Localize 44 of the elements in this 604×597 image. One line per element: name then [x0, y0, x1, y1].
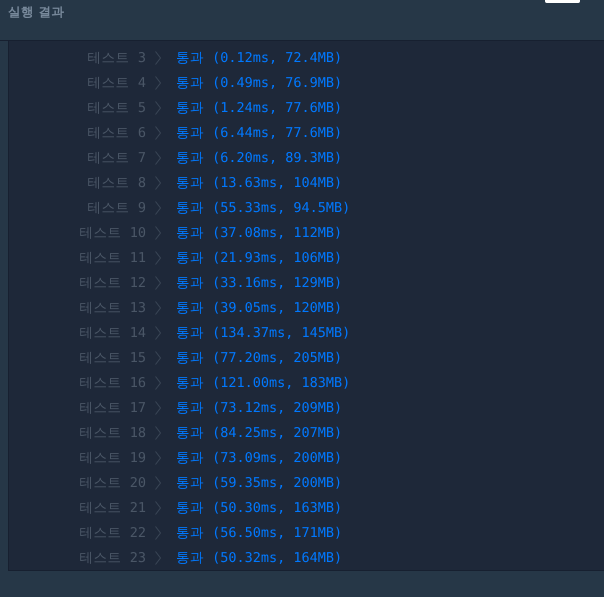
chevron-icon — [155, 526, 161, 540]
chevron-icon — [155, 150, 161, 164]
button[interactable] — [545, 0, 580, 3]
test-result: 통과 (59.35ms, 200MB) — [176, 474, 342, 492]
chevron-icon — [155, 250, 161, 264]
chevron-icon — [155, 76, 161, 90]
chevron-icon — [155, 376, 161, 390]
test-result: 통과 (73.09ms, 200MB) — [176, 448, 342, 466]
test-result: 통과 (50.32ms, 164MB) — [176, 548, 342, 566]
test-result: 통과 (55.33ms, 94.5MB) — [176, 198, 350, 216]
test-result: 통과 (84.25ms, 207MB) — [176, 424, 342, 442]
chevron-icon — [155, 326, 161, 340]
test-result: 통과 (39.05ms, 120MB) — [176, 298, 342, 316]
test-result: 통과 (50.30ms, 163MB) — [176, 498, 342, 516]
chevron-icon — [155, 550, 161, 564]
chevron-icon — [155, 176, 161, 190]
test-result: 통과 (77.20ms, 205MB) — [176, 348, 342, 366]
panel-title: 실행 결과 — [8, 4, 64, 21]
chevron-icon — [155, 476, 161, 490]
test-result: 통과 (0.49ms, 76.9MB) — [176, 74, 342, 92]
chevron-icon — [155, 400, 161, 414]
chevron-icon — [155, 426, 161, 440]
chevron-icon — [155, 126, 161, 140]
test-result: 통과 (37.08ms, 112MB) — [176, 224, 342, 242]
chevron-icon — [155, 100, 161, 114]
test-result: 통과 (73.12ms, 209MB) — [176, 398, 342, 416]
test-result: 통과 (1.24ms, 77.6MB) — [176, 98, 342, 116]
test-result: 통과 (13.63ms, 104MB) — [176, 174, 342, 192]
chevron-icon — [155, 500, 161, 514]
test-result: 통과 (21.93ms, 106MB) — [176, 248, 342, 266]
chevron-icon — [155, 226, 161, 240]
chevron-icon — [155, 300, 161, 314]
test-result: 통과 (121.00ms, 183MB) — [176, 374, 350, 392]
chevron-icon — [155, 450, 161, 464]
chevron-icon — [155, 350, 161, 364]
test-result: 통과 (6.44ms, 77.6MB) — [176, 124, 342, 142]
chevron-icon — [155, 50, 161, 64]
chevron-icon — [155, 276, 161, 290]
test-result: 통과 (6.20ms, 89.3MB) — [176, 148, 342, 166]
test-result: 통과 (56.50ms, 171MB) — [176, 524, 342, 542]
test-result: 통과 (134.37ms, 145MB) — [176, 324, 350, 342]
test-result: 통과 (33.16ms, 129MB) — [176, 274, 342, 292]
chevron-icon — [155, 200, 161, 214]
test-result: 통과 (0.12ms, 72.4MB) — [176, 48, 342, 66]
